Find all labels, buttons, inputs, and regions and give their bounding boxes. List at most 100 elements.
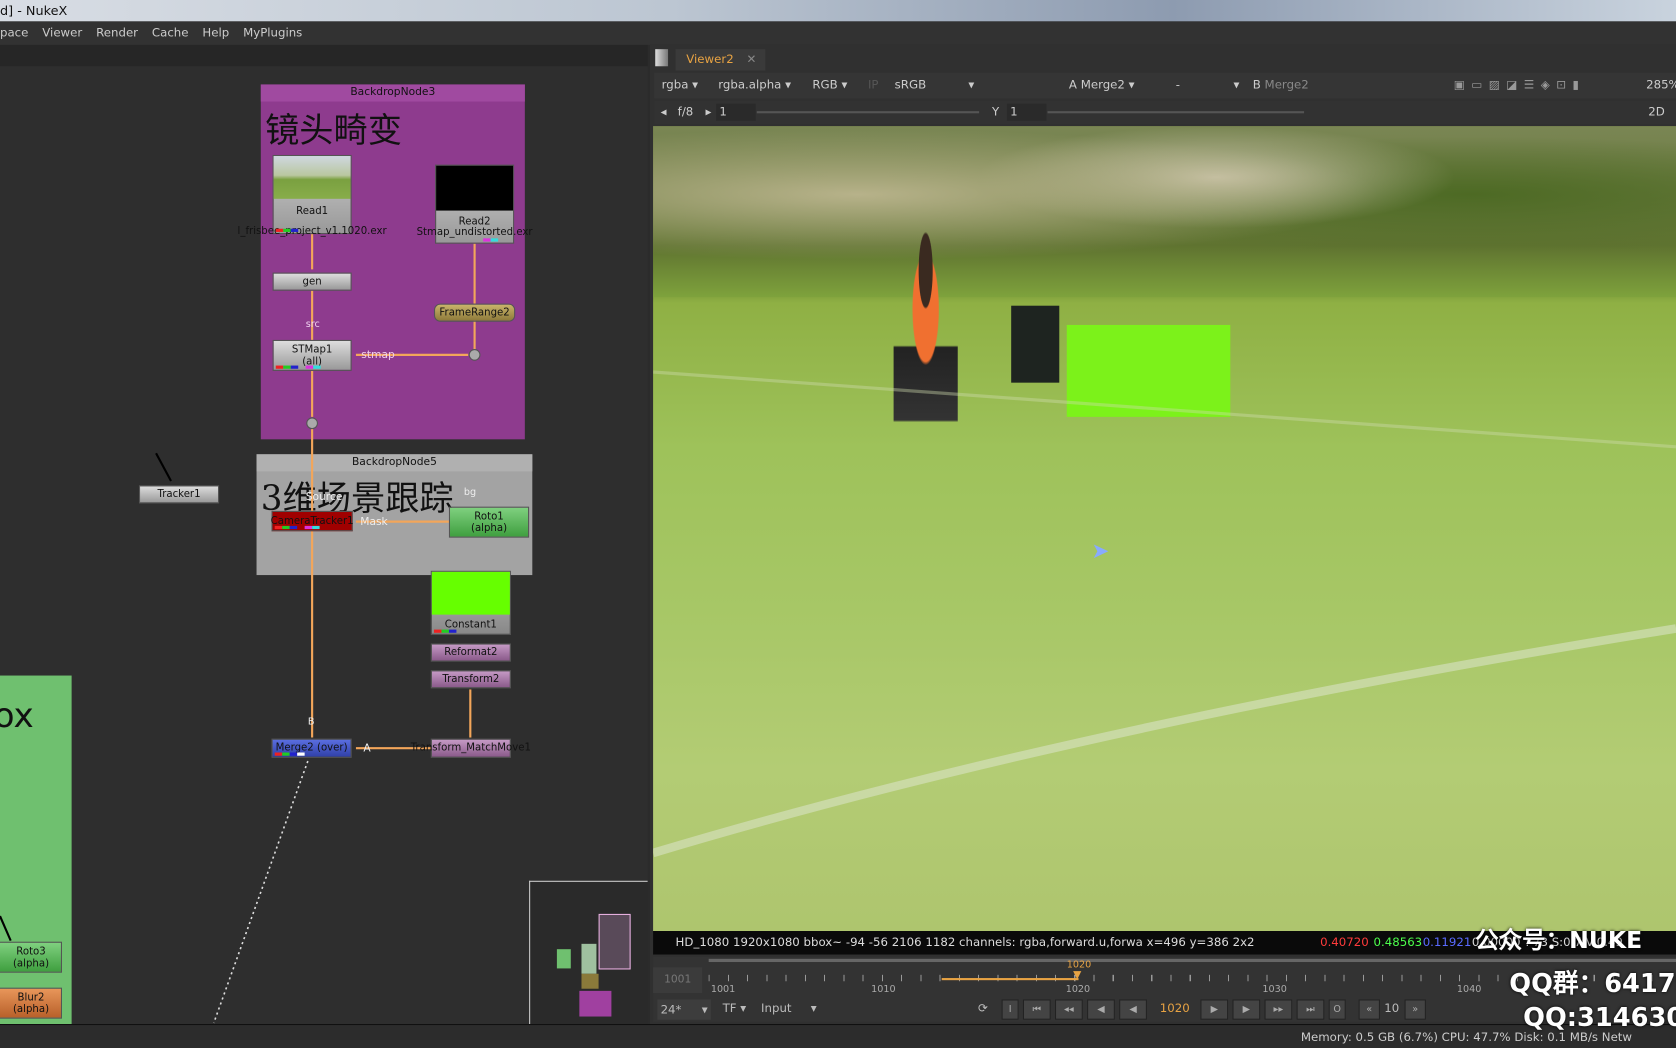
constant-thumbnail (431, 571, 510, 615)
display-dropdown[interactable]: RGB ▾ (812, 73, 847, 99)
panel-menu-icon[interactable] (655, 49, 669, 67)
prev-keyframe-button[interactable]: ◂◂ (1055, 999, 1083, 1020)
pixel-blue: 0.11921 (1422, 935, 1472, 950)
node-roto3[interactable]: Roto3 (alpha) (0, 941, 62, 973)
viewer-tool-icons[interactable]: ▣▭▨◪☰◈⊡▮ (1454, 73, 1586, 99)
out-point-button[interactable]: O (1328, 999, 1346, 1020)
step-increment[interactable]: 10 (1384, 1002, 1399, 1016)
zoom-level[interactable]: 285% (1646, 73, 1676, 99)
node-transform-matchmove1[interactable]: Transform_MatchMove1 (411, 738, 531, 758)
node-roto1[interactable]: Roto1 (alpha) (448, 506, 530, 538)
status-bar: Memory: 0.5 GB (6.7%) CPU: 47.7% Disk: 0… (0, 1024, 1676, 1048)
mouse-cursor-icon: ➤ (1091, 537, 1110, 564)
in-point-button[interactable]: I (1001, 999, 1019, 1020)
node-read2[interactable]: Read2 Stmap_undistorted.exr (417, 164, 533, 244)
node-constant1[interactable]: Constant1 (430, 570, 511, 635)
menu-viewer[interactable]: Viewer (42, 26, 82, 40)
window-title: d] - NukeX (0, 3, 68, 19)
fstop-increment[interactable]: ▸ (705, 100, 711, 124)
watermark-text: 公众号：NUKE (1475, 927, 1643, 955)
step-back-button[interactable]: « (1358, 999, 1380, 1020)
dot-node (468, 348, 481, 361)
menu-workspace[interactable]: pace (0, 26, 28, 40)
alpha-channel-dropdown[interactable]: rgba.alpha ▾ (718, 73, 791, 99)
last-frame-button[interactable]: ⏭ (1296, 999, 1325, 1020)
tf-dropdown[interactable]: TF ▾ (723, 998, 747, 1019)
viewer-gain-bar: ◂ f/8 ▸ 1 Y 1 2D (654, 100, 1676, 124)
gamma-input[interactable]: 1 (1006, 103, 1047, 121)
channels-dropdown[interactable]: rgba ▾ (662, 73, 698, 99)
menu-help[interactable]: Help (202, 26, 229, 40)
node-label: Transform_MatchMove1 (410, 741, 531, 754)
node-read1[interactable]: Read1 l_frisbee_project_v1.1020.exr (238, 154, 387, 237)
node-file: Stmap_undistorted.exr (416, 226, 533, 239)
menu-myplugins[interactable]: MyPlugins (243, 26, 302, 40)
play-backward-button[interactable]: ◀ (1119, 999, 1147, 1020)
gain-input[interactable]: 1 (716, 103, 756, 121)
menu-bar: pace Viewer Render Cache Help MyPlugins (0, 21, 1676, 45)
node-stmap1[interactable]: STMap1 (all) (272, 339, 352, 371)
read1-thumbnail (273, 156, 351, 199)
node-label: Roto1 (474, 510, 504, 523)
input-label-a: A (363, 742, 371, 755)
tab-label: Viewer2 (686, 52, 734, 67)
node-reformat2[interactable]: Reformat2 (430, 643, 511, 662)
node-graph[interactable]: BackdropNode3 镜头畸变 BackdropNode5 3维场景跟踪 … (0, 66, 648, 1025)
gamma-slider[interactable] (1047, 111, 1305, 114)
playhead[interactable]: ▼ (1073, 969, 1081, 981)
b-input-dropdown[interactable]: B Merge2 (1253, 73, 1309, 99)
pixel-red: 0.40720 (1320, 935, 1369, 950)
range-dropdown[interactable]: Input ▾ (761, 998, 817, 1019)
node-gen[interactable]: gen (272, 272, 352, 291)
tick-label: 1020 (1065, 984, 1091, 996)
prev-frame-button[interactable]: ◀ (1087, 999, 1115, 1020)
fstop-label: f/8 (677, 104, 694, 119)
tick-label: 1010 (871, 984, 896, 996)
cached-range (941, 978, 1079, 981)
menu-render[interactable]: Render (96, 26, 138, 40)
viewer-image[interactable]: ➤ (653, 126, 1676, 932)
node-sublabel: (alpha) (470, 522, 508, 535)
watermark-text: QQ:3146306 (1523, 1002, 1676, 1033)
read2-thumbnail (436, 165, 514, 211)
node-transform2[interactable]: Transform2 (430, 670, 511, 689)
node-merge2[interactable]: Merge2 (over) (271, 738, 352, 758)
menu-cache[interactable]: Cache (152, 26, 189, 40)
node-blur2[interactable]: Blur2 (alpha) (0, 987, 62, 1019)
input-label-source: Source (305, 491, 343, 504)
node-label: Roto3 (16, 945, 46, 958)
viewer-toolbar: rgba ▾ rgba.alpha ▾ RGB ▾ IP sRGB ▾ A Me… (654, 72, 1676, 99)
node-tracker1[interactable]: Tracker1 (138, 485, 220, 504)
lut-dropdown[interactable]: sRGB ▾ (895, 73, 975, 99)
next-frame-button[interactable]: ▶ (1232, 999, 1261, 1020)
input-label-mask: Mask (360, 516, 388, 529)
timeline-start[interactable]: 1001 (653, 967, 703, 994)
input-label-src: src (305, 319, 320, 331)
gain-slider[interactable] (756, 111, 980, 114)
dotted-link (213, 760, 309, 1024)
node-framerange2[interactable]: FrameRange2 (433, 303, 516, 322)
next-keyframe-button[interactable]: ▸▸ (1264, 999, 1293, 1020)
node-cameratracker1[interactable]: CameraTracker1 (271, 510, 354, 532)
play-forward-button[interactable]: ▶ (1200, 999, 1229, 1020)
node-file: l_frisbee_project_v1.1020.exr (237, 225, 387, 238)
tick-label: 1040 (1456, 984, 1482, 996)
composite-dropdown[interactable]: - ▾ (1176, 73, 1240, 99)
input-label-stmap: stmap (361, 349, 395, 362)
tick-label: 1001 (710, 984, 736, 996)
tick-label: 1030 (1262, 984, 1287, 996)
node-sublabel: (alpha) (12, 1003, 50, 1016)
step-forward-button[interactable]: » (1404, 999, 1426, 1020)
ip-button[interactable]: IP (868, 73, 879, 99)
view-mode-2d[interactable]: 2D (1648, 100, 1665, 124)
fstop-decrement[interactable]: ◂ (661, 100, 667, 124)
frame-input[interactable]: 1020 (1160, 1002, 1190, 1016)
navigator-minimap[interactable] (529, 880, 648, 1025)
tab-viewer2[interactable]: Viewer2 ✕ (675, 49, 766, 71)
first-frame-button[interactable]: ⏮ (1022, 999, 1051, 1020)
fps-dropdown[interactable]: 24* ▾ (657, 999, 711, 1020)
playback-mode-icon[interactable]: ⟳ (978, 998, 988, 1019)
close-icon[interactable]: ✕ (747, 52, 757, 66)
a-input-dropdown[interactable]: A Merge2 ▾ (1069, 73, 1135, 99)
node-label: Blur2 (17, 991, 45, 1004)
